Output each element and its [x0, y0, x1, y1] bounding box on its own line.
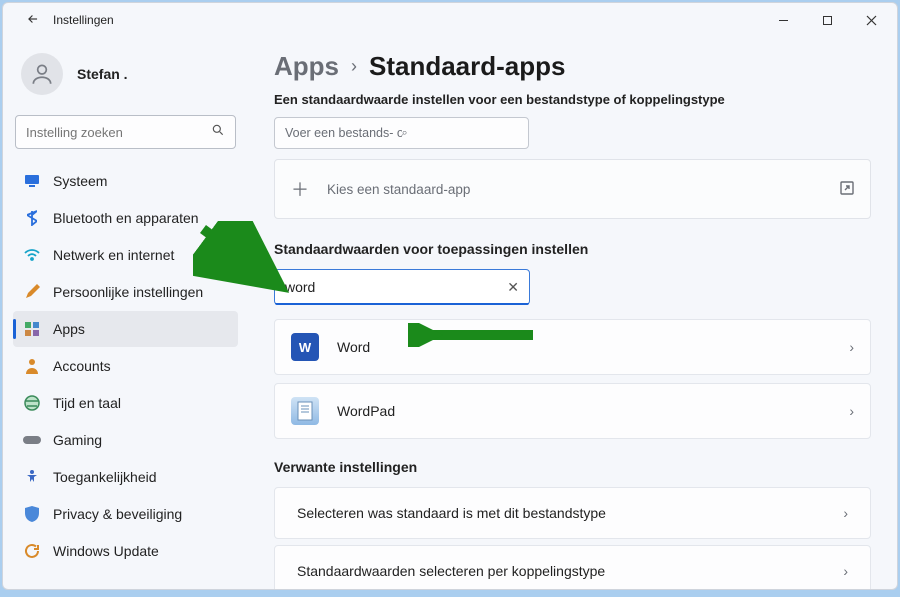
section-title-apps: Standaardwaarden voor toepassingen inste… — [274, 241, 871, 257]
sidebar-search-input[interactable] — [26, 125, 211, 140]
update-icon — [23, 542, 41, 560]
body: Stefan . Systeem Bluetooth en apparaten … — [3, 37, 897, 589]
nav-label: Accounts — [53, 358, 111, 374]
app-search-input[interactable] — [285, 279, 507, 295]
chevron-right-icon: › — [351, 56, 357, 77]
avatar — [21, 53, 63, 95]
sidebar-item-time[interactable]: Tijd en taal — [13, 385, 238, 421]
accessibility-icon — [23, 468, 41, 486]
related-section: Verwante instellingen Selecteren was sta… — [274, 459, 871, 589]
nav-label: Netwerk en internet — [53, 247, 174, 263]
sidebar-item-system[interactable]: Systeem — [13, 163, 238, 199]
brush-icon — [23, 283, 41, 301]
sidebar-item-bluetooth[interactable]: Bluetooth en apparaten — [13, 200, 238, 236]
person-icon — [23, 357, 41, 375]
clear-icon[interactable]: ✕ — [507, 279, 519, 296]
chevron-right-icon: › — [843, 505, 848, 521]
breadcrumb-root[interactable]: Apps — [274, 51, 339, 82]
sidebar-item-gaming[interactable]: Gaming — [13, 422, 238, 458]
sidebar-item-personalization[interactable]: Persoonlijke instellingen — [13, 274, 238, 310]
window-title: Instellingen — [53, 13, 761, 27]
chevron-right-icon: › — [849, 403, 854, 419]
wifi-icon — [23, 246, 41, 264]
app-search[interactable]: ✕ — [274, 269, 530, 305]
nav-label: Bluetooth en apparaten — [53, 210, 199, 226]
gaming-icon — [23, 431, 41, 449]
plus-icon: ＋ — [291, 176, 309, 202]
open-icon — [840, 181, 854, 198]
choose-default-label: Kies een standaard-app — [327, 182, 470, 197]
titlebar: Instellingen — [3, 3, 897, 37]
sidebar-item-update[interactable]: Windows Update — [13, 533, 238, 569]
chevron-right-icon: › — [849, 339, 854, 355]
sidebar: Stefan . Systeem Bluetooth en apparaten … — [3, 37, 248, 589]
sidebar-item-accessibility[interactable]: Toegankelijkheid — [13, 459, 238, 495]
settings-window: Instellingen Stefan . Systeem Bluetooth … — [2, 2, 898, 590]
page-title: Standaard-apps — [369, 51, 566, 82]
nav-label: Apps — [53, 321, 85, 337]
window-controls — [761, 5, 893, 35]
related-item-linktype[interactable]: Standaardwaarden selecteren per koppelin… — [274, 545, 871, 589]
sidebar-search[interactable] — [15, 115, 236, 149]
app-name: Word — [337, 339, 370, 355]
nav-label: Gaming — [53, 432, 102, 448]
back-button[interactable] — [23, 12, 43, 29]
globe-icon — [23, 394, 41, 412]
nav: Systeem Bluetooth en apparaten Netwerk e… — [13, 163, 238, 569]
sidebar-item-accounts[interactable]: Accounts — [13, 348, 238, 384]
sidebar-item-privacy[interactable]: Privacy & beveiliging — [13, 496, 238, 532]
close-button[interactable] — [849, 5, 893, 35]
app-result-word[interactable]: W Word › — [274, 319, 871, 375]
related-item-filetype[interactable]: Selecteren was standaard is met dit best… — [274, 487, 871, 539]
app-name: WordPad — [337, 403, 395, 419]
sidebar-item-apps[interactable]: Apps — [13, 311, 238, 347]
nav-label: Privacy & beveiliging — [53, 506, 182, 522]
breadcrumb: Apps › Standaard-apps — [274, 51, 871, 82]
shield-icon — [23, 505, 41, 523]
app-result-wordpad[interactable]: WordPad › — [274, 383, 871, 439]
maximize-button[interactable] — [805, 5, 849, 35]
bluetooth-icon — [23, 209, 41, 227]
choose-default-panel[interactable]: ＋ Kies een standaard-app — [274, 159, 871, 219]
section-title-related: Verwante instellingen — [274, 459, 871, 475]
related-label: Selecteren was standaard is met dit best… — [297, 505, 606, 521]
user-name: Stefan . — [77, 66, 128, 82]
system-icon — [23, 172, 41, 190]
nav-label: Toegankelijkheid — [53, 469, 157, 485]
related-label: Standaardwaarden selecteren per koppelin… — [297, 563, 605, 579]
main: Apps › Standaard-apps Een standaardwaard… — [248, 37, 897, 589]
chevron-right-icon: › — [843, 563, 848, 579]
filetype-placeholder: Voer een bestands- of koppelingstype in — [285, 126, 402, 140]
nav-label: Windows Update — [53, 543, 159, 559]
nav-label: Tijd en taal — [53, 395, 121, 411]
nav-label: Persoonlijke instellingen — [53, 284, 203, 300]
sidebar-item-network[interactable]: Netwerk en internet — [13, 237, 238, 273]
search-icon: ⌕ — [402, 127, 519, 140]
minimize-button[interactable] — [761, 5, 805, 35]
subtitle: Een standaardwaarde instellen voor een b… — [274, 92, 871, 107]
word-icon: W — [291, 333, 319, 361]
wordpad-icon — [291, 397, 319, 425]
user-row[interactable]: Stefan . — [13, 47, 238, 115]
search-icon — [211, 123, 225, 142]
nav-label: Systeem — [53, 173, 107, 189]
filetype-input[interactable]: Voer een bestands- of koppelingstype in … — [274, 117, 529, 149]
apps-icon — [23, 320, 41, 338]
